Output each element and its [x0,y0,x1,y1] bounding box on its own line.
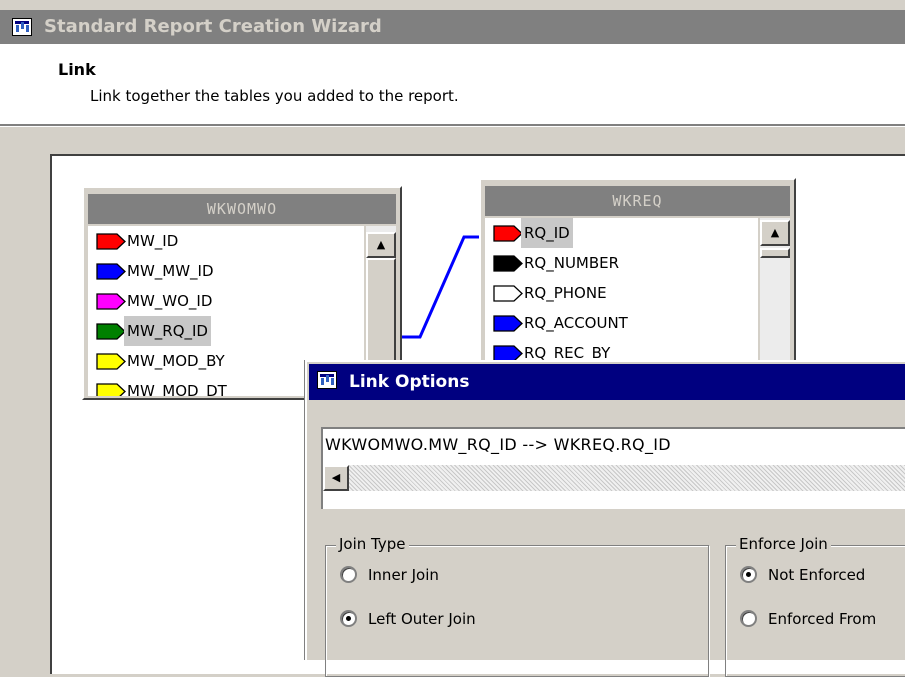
field-type-icon [493,315,523,332]
radio-label: Not Enforced [768,566,866,584]
join-type-group: Join Type Inner Join Left Outer Join [325,535,709,677]
scroll-left-button[interactable]: ◀ [323,465,349,491]
field-item[interactable]: MW_RQ_ID [88,316,364,346]
field-item[interactable]: RQ_PHONE [485,278,758,308]
wizard-title-bar[interactable]: Standard Report Creation Wizard [0,10,905,44]
radio-checked-icon[interactable] [740,566,757,583]
app-icon[interactable] [12,18,32,36]
field-list-wkreq[interactable]: RQ_ID RQ_NUMBER RQ_PHONE RQ_ACCOUNT RQ_REC_B… [485,218,758,372]
field-type-icon [96,323,126,340]
field-label: MW_ID [127,232,179,250]
field-label: RQ_ID [521,218,573,248]
field-label: RQ_ACCOUNT [524,314,628,332]
field-label: RQ_PHONE [524,284,607,302]
dialog-title-bar[interactable]: Link Options [309,364,905,400]
field-type-icon [493,225,523,242]
table-title-wkreq[interactable]: WKREQ [485,186,790,216]
field-label: MW_RQ_ID [124,316,211,346]
vertical-scrollbar-wkreq[interactable]: ▲ [760,218,790,372]
scroll-up-button[interactable]: ▲ [760,220,790,246]
table-title-wkwomwo[interactable]: WKWOMWO [88,194,396,224]
join-type-legend: Join Type [336,535,409,553]
step-title: Link [58,60,96,79]
dialog-app-icon[interactable] [317,371,337,389]
radio-unchecked-icon[interactable] [740,610,757,627]
scroll-up-button[interactable]: ▲ [366,232,396,258]
radio-label: Enforced From [768,610,877,628]
radio-checked-icon[interactable] [340,610,357,627]
link-description[interactable]: WKWOMWO.MW_RQ_ID --> WKREQ.RQ_ID [325,435,671,454]
field-type-icon [96,353,126,370]
link-list-box[interactable]: WKWOMWO.MW_RQ_ID --> WKREQ.RQ_ID ◀ [321,427,905,509]
dialog-title: Link Options [349,372,470,392]
field-type-icon [96,263,126,280]
scroll-left-icon: ◀ [331,471,341,484]
field-label: MW_MW_ID [127,262,214,280]
field-item[interactable]: RQ_NUMBER [485,248,758,278]
field-label: MW_WO_ID [127,292,213,310]
field-type-icon [96,293,126,310]
table-box-wkreq[interactable]: WKREQ RQ_ID RQ_NUMBER RQ_PHONE RQ_ACCOUNT RQ… [479,178,796,374]
field-item[interactable]: RQ_ID [485,218,758,248]
field-item[interactable]: MW_MW_ID [88,256,364,286]
scroll-up-icon: ▲ [770,226,780,239]
scroll-thumb[interactable] [760,248,790,258]
enforce-join-legend: Enforce Join [736,535,831,553]
wizard-title: Standard Report Creation Wizard [44,16,382,37]
field-type-icon [493,255,523,272]
radio-label: Left Outer Join [368,610,476,628]
field-type-icon [96,233,126,250]
header-divider [0,124,905,127]
scroll-thumb[interactable] [366,258,396,374]
enforce-join-group: Enforce Join Not Enforced Enforced From [725,535,905,677]
wizard-header [0,44,905,124]
step-description: Link together the tables you added to th… [90,87,459,105]
field-label: MW_MOD_BY [127,352,225,370]
field-type-icon [96,383,126,396]
field-label: MW_MOD_DT [127,382,227,396]
field-item[interactable]: RQ_ACCOUNT [485,308,758,338]
field-type-icon [493,285,523,302]
field-item[interactable]: MW_WO_ID [88,286,364,316]
field-label: RQ_NUMBER [524,254,620,272]
scroll-up-icon: ▲ [376,238,386,251]
field-item[interactable]: MW_ID [88,226,364,256]
radio-label: Inner Join [368,566,439,584]
link-options-dialog[interactable]: Link Options WKWOMWO.MW_RQ_ID --> WKREQ.… [305,360,905,677]
horizontal-scrollbar[interactable]: ◀ [323,465,905,491]
radio-unchecked-icon[interactable] [340,566,357,583]
